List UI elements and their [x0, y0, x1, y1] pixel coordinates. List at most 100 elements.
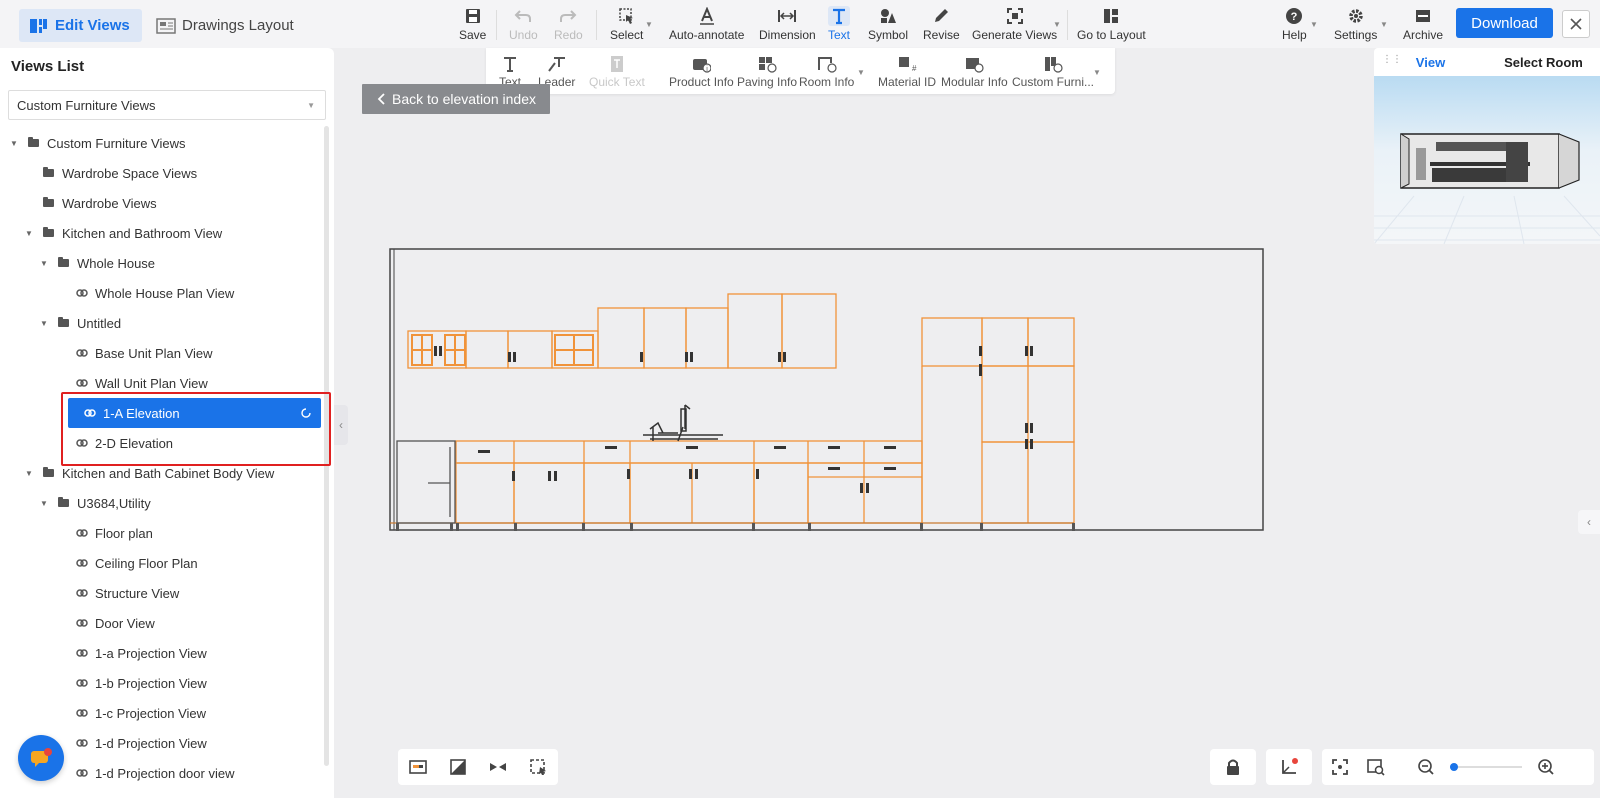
dimension-icon: [778, 10, 797, 22]
settings-button[interactable]: Settings: [1334, 6, 1377, 42]
material-id-button[interactable]: # Material ID: [878, 54, 936, 89]
undo-button[interactable]: Undo: [509, 6, 538, 42]
tree-folder-item[interactable]: ▼ U3684,Utility: [8, 488, 320, 518]
archive-button[interactable]: Archive: [1403, 6, 1443, 42]
bottom-tool-4[interactable]: [520, 749, 556, 785]
product-info-button[interactable]: i Product Info: [669, 54, 734, 89]
text-tool-button[interactable]: Text: [828, 6, 850, 42]
lock-button[interactable]: [1215, 749, 1251, 785]
tree-view-item[interactable]: Whole House Plan View: [8, 278, 320, 308]
link-icon: [76, 349, 88, 357]
download-button[interactable]: Download: [1456, 8, 1553, 38]
edit-views-tab[interactable]: Edit Views: [19, 9, 142, 42]
tree-item-label: 1-d Projection View: [95, 735, 207, 751]
zoom-slider[interactable]: [1450, 763, 1522, 771]
tree-view-item[interactable]: Structure View: [8, 578, 320, 608]
dimension-button[interactable]: Dimension: [759, 6, 816, 42]
collapse-panel-handle[interactable]: ‹: [334, 405, 348, 445]
chat-support-button[interactable]: [18, 735, 64, 781]
expand-caret-icon[interactable]: ▼: [23, 229, 35, 238]
revise-button[interactable]: Revise: [923, 6, 960, 42]
fill-icon: [450, 759, 466, 775]
product-info-label: Product Info: [669, 75, 734, 89]
select-dropdown-icon[interactable]: ▼: [645, 20, 653, 29]
views-filter-select[interactable]: Custom Furniture Views ▼: [8, 90, 326, 120]
3d-preview-viewport[interactable]: [1374, 76, 1600, 244]
save-button[interactable]: Save: [459, 6, 486, 42]
symbol-icon: [881, 9, 896, 23]
zoom-slider-knob[interactable]: [1450, 763, 1458, 771]
link-icon: [76, 739, 88, 747]
tree-view-item[interactable]: 1-a Projection View: [8, 638, 320, 668]
tree-folder-item[interactable]: Wardrobe Space Views: [8, 158, 320, 188]
modular-info-button[interactable]: Modular Info: [941, 54, 1008, 89]
generate-views-button[interactable]: Generate Views: [972, 6, 1057, 42]
axis-button[interactable]: [1271, 749, 1307, 785]
tree-view-item[interactable]: 1-c Projection View: [8, 698, 320, 728]
tree-item-label: Floor plan: [95, 525, 153, 541]
folder-icon: [43, 167, 54, 177]
folder-icon: [28, 137, 39, 147]
text-icon: [833, 8, 845, 25]
toolbar-divider: [496, 10, 497, 40]
tree-view-item[interactable]: Ceiling Floor Plan: [8, 548, 320, 578]
settings-dropdown-icon[interactable]: ▼: [1380, 20, 1388, 29]
expand-caret-icon[interactable]: ▼: [23, 469, 35, 478]
quick-text-button[interactable]: Quick Text: [589, 54, 645, 89]
tree-folder-item[interactable]: ▼ Whole House: [8, 248, 320, 278]
expand-right-panel-handle[interactable]: ‹: [1578, 510, 1600, 534]
undo-icon: [514, 10, 532, 22]
expand-caret-icon[interactable]: ▼: [38, 319, 50, 328]
room-info-dropdown-icon[interactable]: ▼: [857, 68, 865, 77]
tree-folder-item[interactable]: ▼ Custom Furniture Views: [8, 128, 320, 158]
tree-view-item[interactable]: Door View: [8, 608, 320, 638]
drag-handle-icon[interactable]: ⋮⋮: [1382, 54, 1402, 65]
custom-furniture-dropdown-icon[interactable]: ▼: [1093, 68, 1101, 77]
elevation-drawing[interactable]: [388, 247, 1266, 532]
chevron-down-icon: ▼: [307, 101, 315, 110]
help-dropdown-icon[interactable]: ▼: [1310, 20, 1318, 29]
tree-view-item[interactable]: Base Unit Plan View: [8, 338, 320, 368]
redo-button[interactable]: Redo: [554, 6, 583, 42]
close-icon: [1570, 18, 1582, 30]
go-to-layout-button[interactable]: Go to Layout: [1077, 6, 1146, 42]
tree-view-item[interactable]: Floor plan: [8, 518, 320, 548]
pencil-icon: [935, 9, 949, 22]
zoom-in-button[interactable]: [1528, 749, 1564, 785]
crop-icon: [530, 759, 546, 775]
close-button[interactable]: [1562, 10, 1590, 38]
paving-info-label: Paving Info: [737, 75, 798, 89]
bottom-tool-1[interactable]: [400, 749, 436, 785]
paving-info-button[interactable]: Paving Info: [737, 54, 797, 89]
help-icon: ?: [1286, 8, 1303, 24]
preview-tab-select-room[interactable]: Select Room: [1487, 48, 1600, 76]
link-icon: [76, 289, 88, 297]
upper-cabinets: [407, 293, 1075, 524]
tree-folder-item[interactable]: ▼ Kitchen and Bathroom View: [8, 218, 320, 248]
expand-caret-icon[interactable]: ▼: [8, 139, 20, 148]
zoom-area-icon: [1367, 759, 1385, 776]
bottom-tool-3[interactable]: [480, 749, 516, 785]
tree-view-item[interactable]: 1-b Projection View: [8, 668, 320, 698]
drawings-layout-tab[interactable]: Drawings Layout: [146, 9, 306, 42]
auto-annotate-icon: [699, 7, 714, 25]
auto-annotate-button[interactable]: Auto-annotate: [669, 6, 744, 42]
archive-label: Archive: [1403, 28, 1444, 42]
bottom-tool-2[interactable]: [440, 749, 476, 785]
symbol-button[interactable]: Symbol: [868, 6, 908, 42]
select-button[interactable]: Select: [610, 6, 643, 42]
back-to-elevation-index-button[interactable]: Back to elevation index: [362, 84, 550, 114]
expand-caret-icon[interactable]: ▼: [38, 499, 50, 508]
zoom-in-icon: [1538, 759, 1554, 775]
zoom-out-button[interactable]: [1408, 749, 1444, 785]
generate-views-dropdown-icon[interactable]: ▼: [1053, 20, 1061, 29]
expand-caret-icon[interactable]: ▼: [38, 259, 50, 268]
tree-folder-item[interactable]: Wardrobe Views: [8, 188, 320, 218]
help-button[interactable]: ? Help: [1282, 6, 1307, 42]
tree-folder-item[interactable]: ▼ Untitled: [8, 308, 320, 338]
room-info-button[interactable]: Room Info: [799, 54, 854, 89]
zoom-area-button[interactable]: [1358, 749, 1394, 785]
go-to-layout-label: Go to Layout: [1077, 28, 1146, 42]
custom-furniture-info-button[interactable]: Custom Furni...: [1012, 54, 1094, 89]
fit-view-button[interactable]: [1322, 749, 1358, 785]
